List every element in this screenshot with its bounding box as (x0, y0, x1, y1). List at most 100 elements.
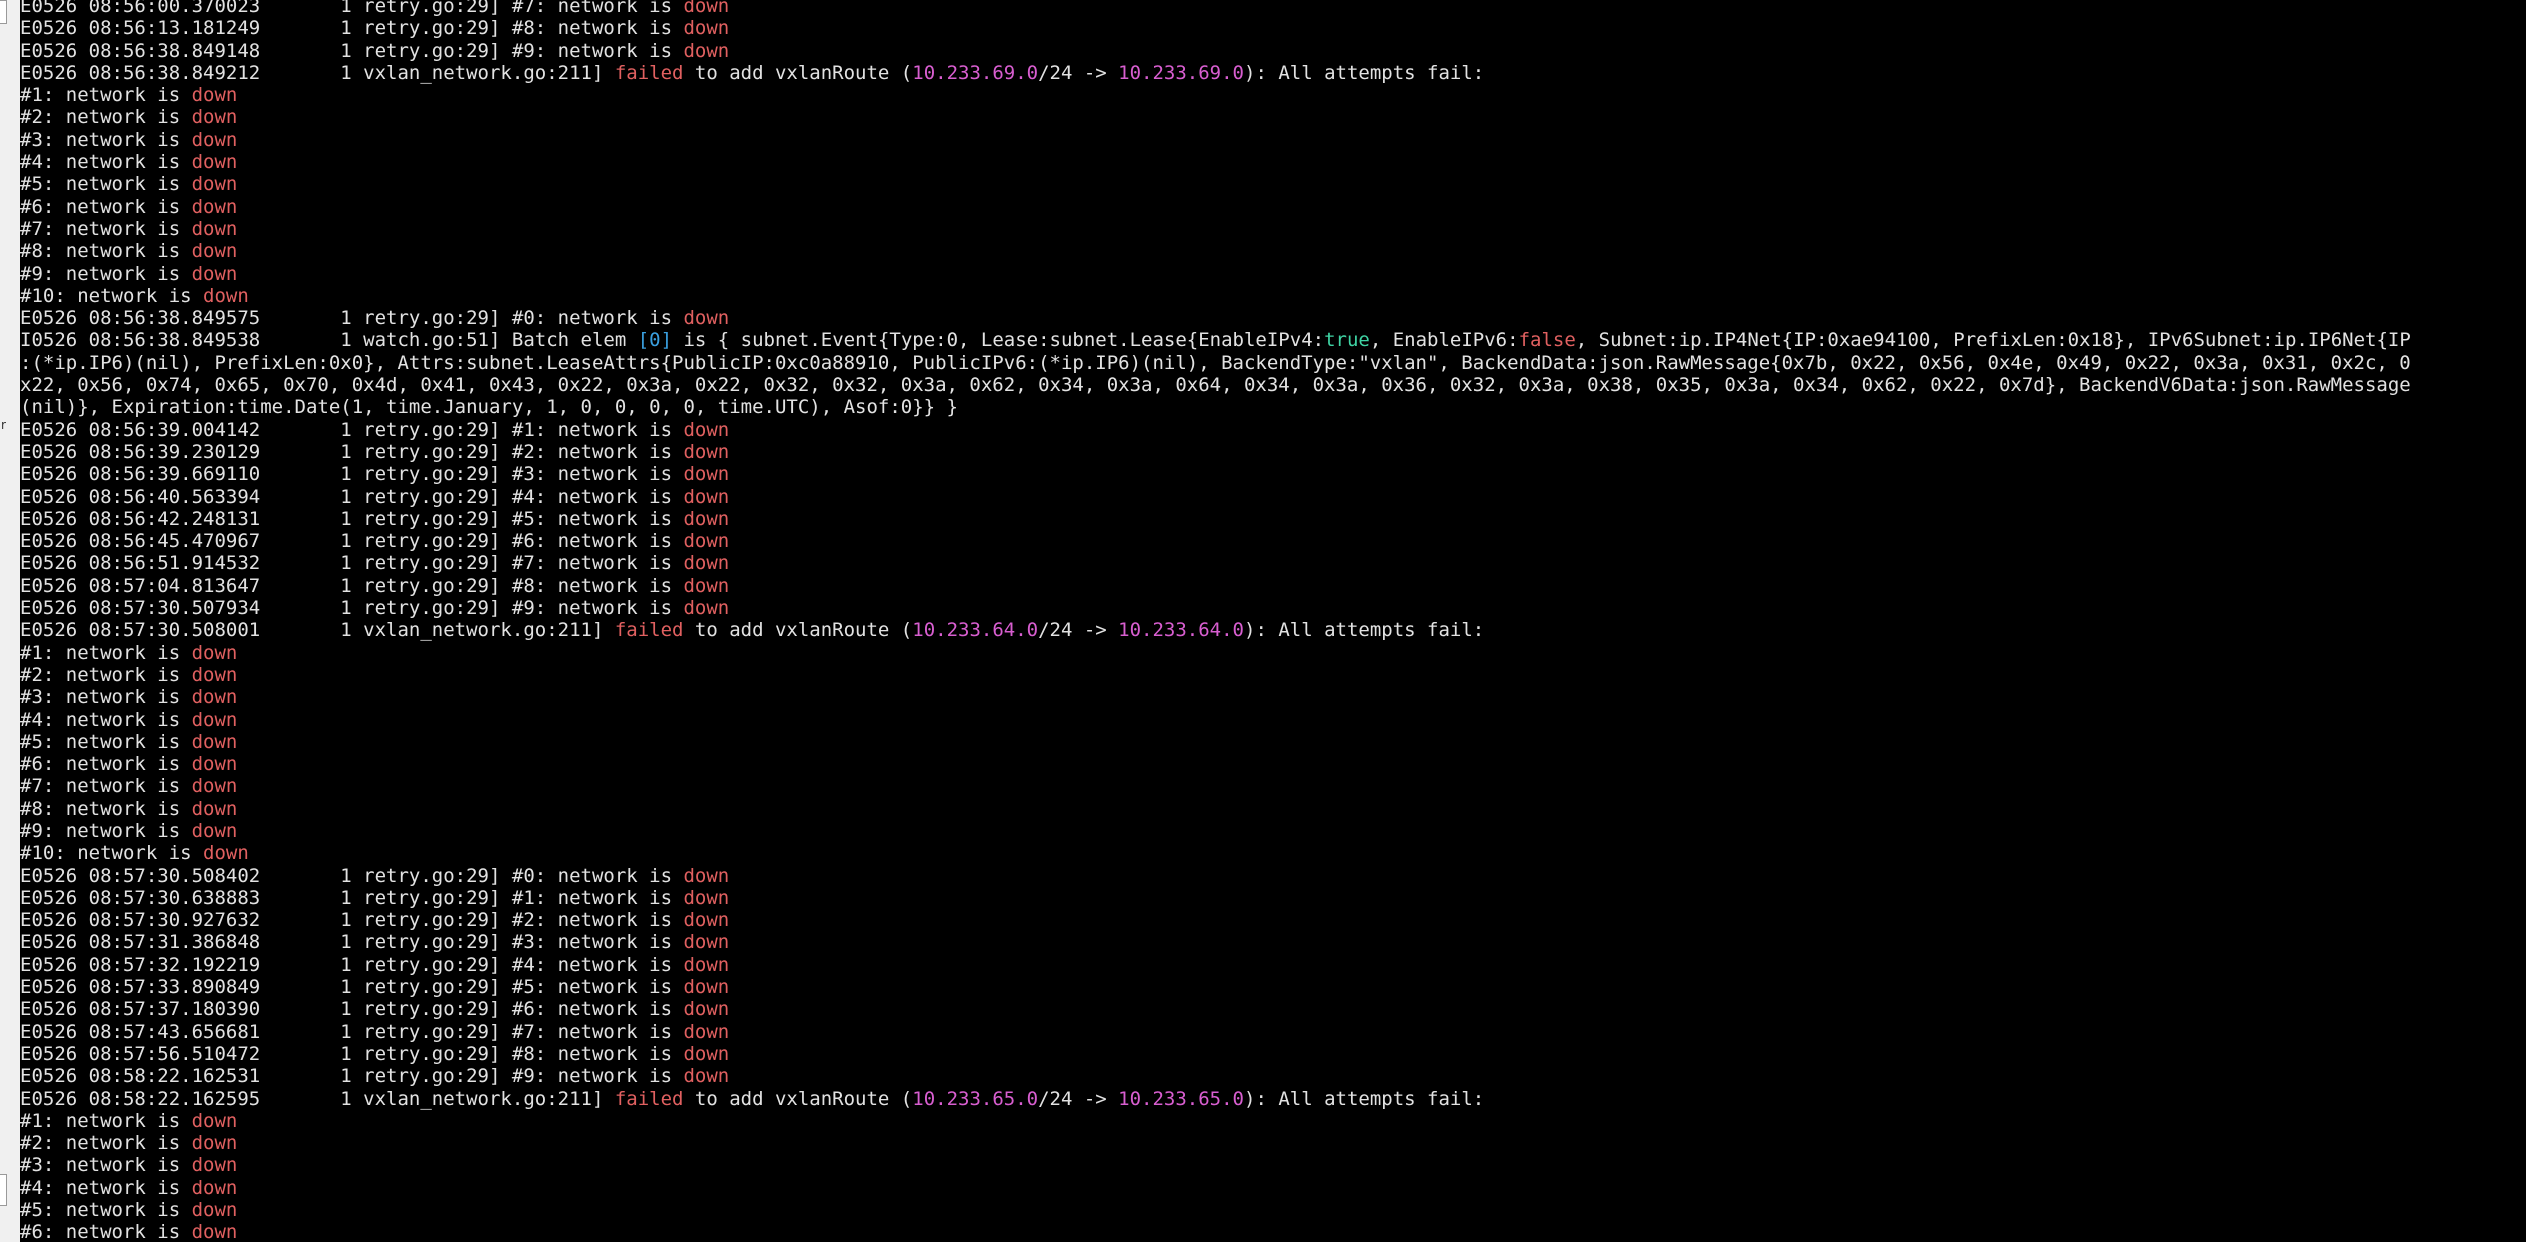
log-line: E0526 08:57:37.180390 1 retry.go:29] #6:… (20, 998, 2526, 1020)
log-line: (nil)}, Expiration:time.Date(1, time.Jan… (20, 396, 2526, 418)
log-text: #10: network is (20, 842, 204, 865)
log-text-red: down (683, 886, 730, 909)
log-text: #6: network is (20, 1221, 192, 1242)
log-line: E0526 08:57:33.890849 1 retry.go:29] #5:… (20, 976, 2526, 998)
log-text-red: down (683, 307, 730, 330)
log-line: E0526 08:57:30.638883 1 retry.go:29] #1:… (20, 887, 2526, 909)
log-text: is { subnet.Event{Type:0, Lease:subnet.L… (672, 329, 1325, 352)
log-text-red: down (683, 17, 730, 40)
edge-glyph: r (1, 418, 6, 432)
log-text-red: down (683, 597, 730, 620)
log-text-red: down (191, 1199, 238, 1222)
log-text: #1: network is (20, 641, 192, 664)
log-text-red: down (683, 1065, 730, 1088)
log-line: #3: network is down (20, 686, 2526, 708)
log-text: #4: network is (20, 708, 192, 731)
log-text-red: down (191, 195, 238, 218)
log-text-red: down (683, 418, 730, 441)
terminal-output[interactable]: E0526 08:56:00.370023 1 retry.go:29] #7:… (20, 0, 2526, 1242)
log-line: E0526 08:56:38.849575 1 retry.go:29] #0:… (20, 307, 2526, 329)
log-text: E0526 08:56:38.849575 1 retry.go:29] #0:… (20, 307, 684, 330)
log-line: #5: network is down (20, 731, 2526, 753)
log-line: #4: network is down (20, 1177, 2526, 1199)
log-line: #1: network is down (20, 84, 2526, 106)
log-text-red: down (191, 173, 238, 196)
log-text: x22, 0x56, 0x74, 0x65, 0x70, 0x4d, 0x41,… (20, 374, 2411, 397)
log-text: I0526 08:56:38.849538 1 watch.go:51] Bat… (20, 329, 638, 352)
log-line: #2: network is down (20, 664, 2526, 686)
log-line: #8: network is down (20, 798, 2526, 820)
left-window-edge: r (0, 0, 20, 1242)
log-text-red: down (191, 1221, 238, 1242)
log-text-red: down (683, 574, 730, 597)
log-text: E0526 08:56:51.914532 1 retry.go:29] #7:… (20, 552, 684, 575)
log-text: E0526 08:56:40.563394 1 retry.go:29] #4:… (20, 485, 684, 508)
log-text: #2: network is (20, 106, 192, 129)
log-text-red: down (683, 1020, 730, 1043)
log-line: #10: network is down (20, 285, 2526, 307)
log-line: #6: network is down (20, 753, 2526, 775)
log-text-red: down (191, 1154, 238, 1177)
log-text-red: down (683, 953, 730, 976)
log-line: #9: network is down (20, 820, 2526, 842)
log-text: #9: network is (20, 262, 192, 285)
log-text-red: down (683, 507, 730, 530)
log-text-red: down (683, 463, 730, 486)
log-line: E0526 08:56:45.470967 1 retry.go:29] #6:… (20, 530, 2526, 552)
log-text: #4: network is (20, 151, 192, 174)
log-text-red: down (191, 753, 238, 776)
log-text: #3: network is (20, 686, 192, 709)
log-text: #2: network is (20, 1132, 192, 1155)
log-text-red: down (683, 39, 730, 62)
log-text: #5: network is (20, 730, 192, 753)
log-text-red: down (683, 864, 730, 887)
log-text-red: down (683, 909, 730, 932)
log-text-red: down (191, 128, 238, 151)
log-line: #7: network is down (20, 775, 2526, 797)
log-line: E0526 08:57:30.927632 1 retry.go:29] #2:… (20, 909, 2526, 931)
log-line: #8: network is down (20, 240, 2526, 262)
log-line: #2: network is down (20, 106, 2526, 128)
log-text: E0526 08:56:42.248131 1 retry.go:29] #5:… (20, 507, 684, 530)
log-text-red: down (683, 485, 730, 508)
log-line: I0526 08:56:38.849538 1 watch.go:51] Bat… (20, 329, 2526, 351)
log-text-red: failed (614, 61, 684, 84)
log-line: E0526 08:56:38.849212 1 vxlan_network.go… (20, 62, 2526, 84)
log-text: ): All attempts fail: (1244, 1087, 1485, 1110)
log-line: #3: network is down (20, 1154, 2526, 1176)
log-line: E0526 08:57:56.510472 1 retry.go:29] #8:… (20, 1043, 2526, 1065)
log-line: E0526 08:57:31.386848 1 retry.go:29] #3:… (20, 931, 2526, 953)
log-text: E0526 08:57:04.813647 1 retry.go:29] #8:… (20, 574, 684, 597)
log-text: E0526 08:56:38.849148 1 retry.go:29] #9:… (20, 39, 684, 62)
log-text: #7: network is (20, 775, 192, 798)
log-text-red: down (191, 106, 238, 129)
log-line: E0526 08:58:22.162531 1 retry.go:29] #9:… (20, 1065, 2526, 1087)
log-text-red: down (683, 976, 730, 999)
log-line: E0526 08:56:39.669110 1 retry.go:29] #3:… (20, 463, 2526, 485)
log-line: E0526 08:57:04.813647 1 retry.go:29] #8:… (20, 575, 2526, 597)
log-text-red: down (683, 530, 730, 553)
log-text-red: down (191, 1109, 238, 1132)
log-text-red: down (191, 663, 238, 686)
log-text-red: down (191, 151, 238, 174)
log-text: E0526 08:58:22.162595 1 vxlan_network.go… (20, 1087, 615, 1110)
log-text: E0526 08:57:30.508402 1 retry.go:29] #0:… (20, 864, 684, 887)
edge-marker (0, 1174, 7, 1206)
log-text: #5: network is (20, 173, 192, 196)
log-line: E0526 08:56:00.370023 1 retry.go:29] #7:… (20, 0, 2526, 17)
log-text: /24 -> (1038, 1087, 1119, 1110)
log-text-red: down (683, 552, 730, 575)
log-text-red: down (191, 819, 238, 842)
log-text: #5: network is (20, 1199, 192, 1222)
log-text: E0526 08:57:30.508001 1 vxlan_network.go… (20, 619, 615, 642)
log-text-red: down (683, 1042, 730, 1065)
log-line: E0526 08:56:42.248131 1 retry.go:29] #5:… (20, 508, 2526, 530)
log-text-red: down (191, 1176, 238, 1199)
log-text-magenta: 10.233.64.0 (1118, 619, 1245, 642)
log-text-red: down (191, 641, 238, 664)
log-text: :(*ip.IP6)(nil), PrefixLen:0x0}, Attrs:s… (20, 351, 2411, 374)
log-text: #2: network is (20, 663, 192, 686)
log-line: :(*ip.IP6)(nil), PrefixLen:0x0}, Attrs:s… (20, 352, 2526, 374)
log-text-red: down (191, 84, 238, 107)
log-text: #4: network is (20, 1176, 192, 1199)
